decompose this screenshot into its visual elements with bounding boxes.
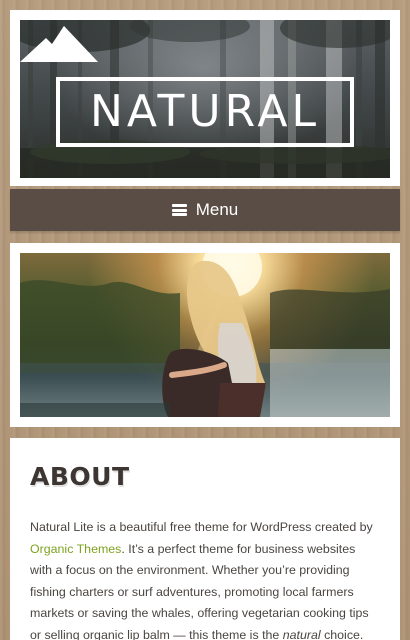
- header-card: NATURAL: [10, 10, 400, 186]
- about-text-body: . It’s a perfect theme for business webs…: [30, 541, 369, 640]
- site-title: NATURAL: [89, 86, 321, 137]
- organic-themes-link[interactable]: Organic Themes: [30, 542, 121, 556]
- about-heading: ABOUT: [30, 462, 130, 491]
- about-paragraph: Natural Lite is a beautiful free theme f…: [30, 517, 380, 640]
- hamburger-icon: [171, 204, 187, 216]
- menu-label: Menu: [195, 200, 239, 219]
- featured-image-card: [10, 243, 400, 427]
- about-section: ABOUT Natural Lite is a beautiful free t…: [10, 438, 400, 640]
- header-banner[interactable]: NATURAL: [20, 20, 390, 178]
- site-logo[interactable]: NATURAL: [56, 77, 354, 147]
- menu-toggle-button[interactable]: Menu: [10, 189, 400, 231]
- about-text-end: choice.: [320, 627, 364, 640]
- about-text-emphasis: natural: [282, 627, 321, 640]
- woman-by-lake-photo: [20, 253, 390, 417]
- about-text-intro: Natural Lite is a beautiful free theme f…: [30, 520, 373, 534]
- mountain-icon: [20, 26, 98, 62]
- featured-image: [20, 253, 390, 417]
